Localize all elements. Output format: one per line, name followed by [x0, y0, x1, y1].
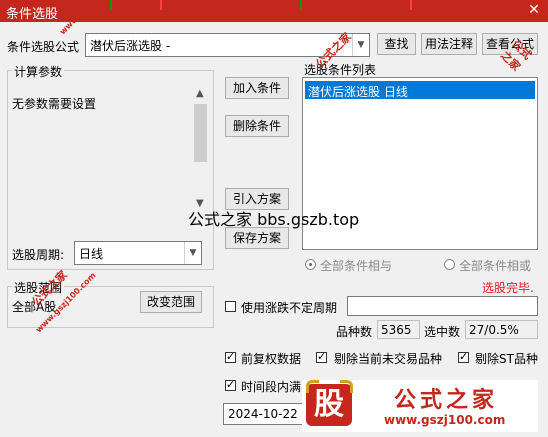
fq-checkbox[interactable] — [225, 350, 236, 363]
logo-url: www.gszj100.com — [384, 413, 506, 427]
period-value: 日线 — [79, 247, 104, 261]
scrollbar-thumb[interactable] — [194, 104, 207, 162]
params-legend: 计算参数 — [12, 63, 65, 80]
and-radio[interactable] — [305, 259, 316, 270]
total-count-label: 品种数 — [336, 325, 373, 339]
chevron-down-icon[interactable]: ▼ — [184, 242, 201, 264]
usage-notes-button[interactable]: 用法注释 — [421, 33, 477, 55]
tick-decoration — [300, 0, 302, 10]
exclude-inactive-checkbox[interactable] — [316, 350, 327, 363]
close-icon[interactable]: ✕ — [526, 2, 542, 18]
list-item[interactable]: 潜伏后涨选股 日线 — [305, 81, 535, 99]
params-text: 无参数需要设置 — [12, 97, 97, 111]
date-value: 2024-10-22 — [228, 407, 298, 421]
list-item-label: 潜伏后涨选股 日线 — [308, 85, 408, 99]
exclude-st-checkbox[interactable] — [458, 350, 469, 363]
find-button[interactable]: 查找 — [377, 33, 416, 55]
logo-text: 公式之家 — [394, 388, 499, 413]
exclude-st-label: 剔除ST品种 — [475, 352, 538, 366]
selected-count-label: 选中数 — [424, 325, 461, 339]
and-label: 全部条件相与 — [320, 259, 393, 273]
rise-fall-field[interactable] — [347, 296, 538, 316]
params-scrollbar[interactable]: ▲ ▼ — [193, 88, 208, 210]
logo-horn-icon — [340, 380, 353, 393]
rise-fall-checkbox[interactable] — [225, 301, 236, 312]
period-label: 选股周期: — [12, 248, 65, 262]
save-scheme-button[interactable]: 保存方案 — [225, 227, 289, 249]
total-count-field: 5365 — [377, 320, 420, 339]
fq-label: 前复权数据 — [241, 352, 302, 366]
rise-fall-label: 使用涨跌不定周期 — [241, 301, 338, 315]
total-count-value: 5365 — [381, 323, 412, 337]
scroll-up-icon[interactable]: ▲ — [196, 88, 204, 99]
time-range-label: 时间段内满 — [241, 380, 302, 394]
period-combo[interactable]: 日线 ▼ — [74, 241, 202, 265]
tick-decoration — [410, 0, 412, 10]
or-label: 全部条件相或 — [459, 259, 532, 273]
tick-decoration — [160, 0, 162, 10]
chevron-down-icon[interactable]: ▼ — [352, 34, 369, 56]
delete-condition-button[interactable]: 删除条件 — [225, 115, 289, 137]
status-text: 选股完毕. — [482, 281, 534, 295]
change-range-button[interactable]: 改变范围 — [140, 291, 202, 313]
or-radio[interactable] — [444, 259, 455, 270]
selected-count-value: 27/0.5% — [469, 323, 519, 337]
formula-value: 潜伏后涨选股 - — [90, 39, 171, 53]
logo-horn-icon — [306, 380, 319, 393]
formula-label: 条件选股公式 — [7, 40, 80, 54]
time-range-checkbox[interactable] — [225, 378, 236, 391]
exclude-inactive-label: 剔除当前未交易品种 — [334, 352, 443, 366]
add-condition-button[interactable]: 加入条件 — [225, 77, 289, 99]
watermark-center: 公式之家 bbs.gszb.top — [188, 210, 360, 229]
tick-decoration — [110, 0, 112, 10]
date-field[interactable]: 2024-10-22 — [223, 403, 303, 425]
selected-count-field: 27/0.5% — [465, 320, 538, 339]
window-title: 条件选股 — [6, 7, 59, 22]
watermark-logo: 股 公式之家 www.gszj100.com — [302, 380, 538, 432]
